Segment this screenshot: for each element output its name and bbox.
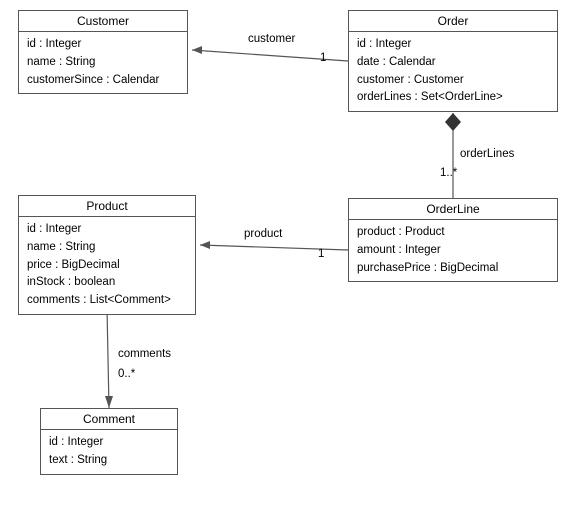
comment-class: Comment id : Integer text : String [40,408,178,475]
one-star-label: 1..* [440,167,457,179]
order-class: Order id : Integer date : Calendar custo… [348,10,558,112]
multiplicity-1-label: 1 [320,52,326,64]
product-field-5: comments : List<Comment> [27,292,187,310]
customer-field-2: name : String [27,54,179,72]
product-body: id : Integer name : String price : BigDe… [19,217,195,314]
customer-class: Customer id : Integer name : String cust… [18,10,188,94]
orderline-field-1: product : Product [357,224,549,242]
product-field-3: price : BigDecimal [27,257,187,275]
product-field-2: name : String [27,239,187,257]
zero-star-label: 0..* [118,368,135,380]
product-field-4: inStock : boolean [27,274,187,292]
orderline-body: product : Product amount : Integer purch… [349,220,557,281]
order-field-2: date : Calendar [357,54,549,72]
customer-field-3: customerSince : Calendar [27,72,179,90]
comment-title: Comment [41,409,177,430]
product-title: Product [19,196,195,217]
orderline-field-2: amount : Integer [357,242,549,260]
product-field-1: id : Integer [27,221,187,239]
orderline-field-3: purchasePrice : BigDecimal [357,260,549,278]
comment-field-1: id : Integer [49,434,169,452]
product-assoc-label: product [244,228,282,240]
order-field-1: id : Integer [357,36,549,54]
multiplicity-1b-label: 1 [318,248,324,260]
product-class: Product id : Integer name : String price… [18,195,196,315]
comments-label: comments [118,348,171,360]
orderline-class: OrderLine product : Product amount : Int… [348,198,558,282]
comment-body: id : Integer text : String [41,430,177,474]
customer-field-1: id : Integer [27,36,179,54]
comment-field-2: text : String [49,452,169,470]
customer-title: Customer [19,11,187,32]
customer-assoc-label: customer [248,33,295,45]
order-field-3: customer : Customer [357,72,549,90]
orderlines-label: orderLines [460,148,514,160]
order-body: id : Integer date : Calendar customer : … [349,32,557,111]
order-title: Order [349,11,557,32]
customer-body: id : Integer name : String customerSince… [19,32,187,93]
orderline-title: OrderLine [349,199,557,220]
order-field-4: orderLines : Set<OrderLine> [357,89,549,107]
